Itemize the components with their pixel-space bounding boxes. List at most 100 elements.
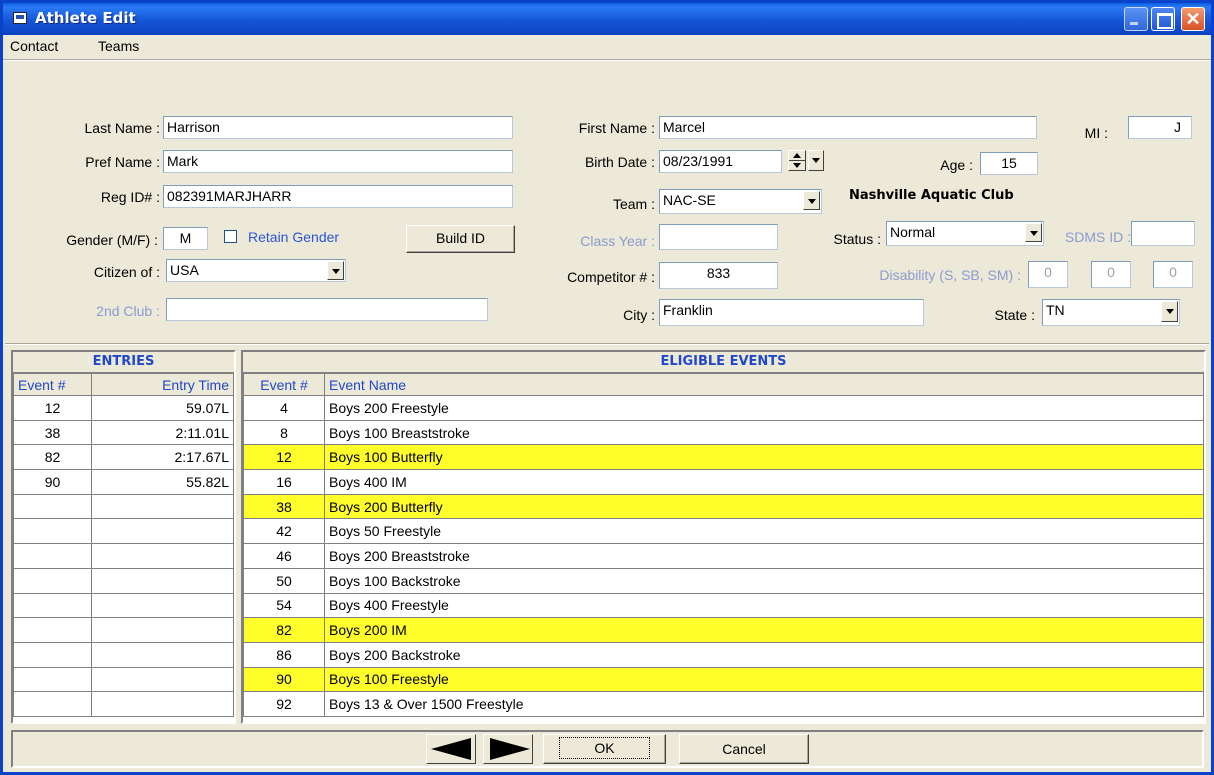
competitor-field[interactable]: 833 (659, 262, 778, 289)
eligible-col-event[interactable]: Event # (243, 373, 325, 396)
table-row[interactable]: 38 2:11.01L (13, 419, 234, 446)
entry-time-cell[interactable]: 59.07L (91, 395, 234, 421)
close-button[interactable]: ✕ (1181, 7, 1205, 31)
table-row[interactable] (13, 691, 234, 717)
entry-time-cell[interactable] (91, 543, 234, 569)
event-name-cell[interactable]: Boys 200 Breaststroke (324, 543, 1204, 569)
table-row[interactable]: 82 2:17.67L (13, 444, 234, 471)
entry-time-cell[interactable]: 2:11.01L (91, 419, 234, 446)
table-row[interactable] (13, 617, 234, 643)
table-row[interactable]: 86 Boys 200 Backstroke (243, 641, 1204, 668)
event-name-cell[interactable]: Boys 200 Freestyle (324, 395, 1204, 421)
birth-date-field[interactable]: 08/23/1991 (659, 150, 782, 173)
entry-time-cell[interactable] (91, 641, 234, 668)
entry-event-cell[interactable] (13, 518, 92, 545)
reg-id-field[interactable]: 082391MARJHARR (163, 185, 513, 208)
title-bar[interactable]: Athlete Edit ✕ (3, 3, 1211, 35)
table-row[interactable]: 8 Boys 100 Breaststroke (243, 419, 1204, 446)
event-number-cell[interactable]: 12 (243, 444, 325, 471)
table-row[interactable]: 90 Boys 100 Freestyle (243, 666, 1204, 693)
age-field[interactable]: 15 (980, 152, 1038, 175)
city-field[interactable]: Franklin (659, 299, 924, 326)
event-name-cell[interactable]: Boys 200 IM (324, 617, 1204, 643)
table-row[interactable]: 46 Boys 200 Breaststroke (243, 543, 1204, 569)
disability-sb-field[interactable]: 0 (1091, 261, 1131, 288)
entries-col-time[interactable]: Entry Time (91, 373, 234, 396)
entries-col-event[interactable]: Event # (13, 373, 92, 396)
entry-event-cell[interactable] (13, 543, 92, 569)
last-name-field[interactable]: Harrison (163, 116, 513, 139)
chevron-down-icon[interactable] (1025, 223, 1042, 242)
event-number-cell[interactable]: 92 (243, 691, 325, 717)
build-id-button[interactable]: Build ID (406, 225, 515, 253)
event-number-cell[interactable]: 16 (243, 469, 325, 495)
event-name-cell[interactable]: Boys 50 Freestyle (324, 518, 1204, 545)
table-row[interactable] (13, 666, 234, 693)
event-number-cell[interactable]: 42 (243, 518, 325, 545)
entry-event-cell[interactable]: 38 (13, 419, 92, 446)
event-number-cell[interactable]: 54 (243, 592, 325, 619)
table-row[interactable]: 4 Boys 200 Freestyle (243, 395, 1204, 421)
table-row[interactable]: 16 Boys 400 IM (243, 469, 1204, 495)
class-year-field[interactable] (659, 224, 778, 250)
table-row[interactable]: 92 Boys 13 & Over 1500 Freestyle (243, 691, 1204, 717)
gender-field[interactable]: M (163, 227, 208, 250)
entry-event-cell[interactable] (13, 666, 92, 693)
entry-event-cell[interactable]: 82 (13, 444, 92, 471)
second-club-field[interactable] (166, 298, 488, 321)
table-row[interactable] (13, 543, 234, 569)
event-name-cell[interactable]: Boys 100 Freestyle (324, 666, 1204, 693)
event-name-cell[interactable]: Boys 13 & Over 1500 Freestyle (324, 691, 1204, 717)
event-name-cell[interactable]: Boys 100 Backstroke (324, 567, 1204, 594)
event-name-cell[interactable]: Boys 100 Butterfly (324, 444, 1204, 471)
next-athlete-button[interactable] (483, 734, 533, 764)
retain-gender-checkbox[interactable] (224, 230, 237, 243)
table-row[interactable] (13, 518, 234, 545)
entry-time-cell[interactable]: 2:17.67L (91, 444, 234, 471)
state-dropdown[interactable]: TN (1042, 299, 1180, 326)
table-row[interactable]: 54 Boys 400 Freestyle (243, 592, 1204, 619)
event-number-cell[interactable]: 90 (243, 666, 325, 693)
entry-event-cell[interactable] (13, 567, 92, 594)
entry-time-cell[interactable]: 55.82L (91, 469, 234, 495)
sdms-id-field[interactable] (1131, 221, 1195, 246)
date-spinner[interactable] (788, 150, 806, 171)
table-row[interactable]: 38 Boys 200 Butterfly (243, 493, 1204, 520)
chevron-down-icon[interactable] (812, 158, 820, 163)
chevron-down-icon[interactable] (1161, 301, 1178, 322)
table-row[interactable]: 50 Boys 100 Backstroke (243, 567, 1204, 594)
entry-event-cell[interactable] (13, 493, 92, 520)
table-row[interactable] (13, 592, 234, 619)
disability-sm-field[interactable]: 0 (1153, 261, 1193, 288)
table-row[interactable]: 82 Boys 200 IM (243, 617, 1204, 643)
event-number-cell[interactable]: 82 (243, 617, 325, 643)
eligible-col-name[interactable]: Event Name (324, 373, 1204, 396)
entry-event-cell[interactable] (13, 691, 92, 717)
event-name-cell[interactable]: Boys 200 Butterfly (324, 493, 1204, 520)
event-number-cell[interactable]: 50 (243, 567, 325, 594)
menu-contact[interactable]: Contact (10, 38, 58, 54)
chevron-down-icon[interactable] (327, 261, 344, 280)
entry-event-cell[interactable] (13, 641, 92, 668)
cancel-button[interactable]: Cancel (679, 734, 809, 764)
table-row[interactable]: 90 55.82L (13, 469, 234, 495)
table-row[interactable] (13, 641, 234, 668)
event-name-cell[interactable]: Boys 200 Backstroke (324, 641, 1204, 668)
disability-s-field[interactable]: 0 (1028, 261, 1068, 288)
entry-time-cell[interactable] (91, 493, 234, 520)
status-dropdown[interactable]: Normal (886, 221, 1044, 246)
entry-time-cell[interactable] (91, 617, 234, 643)
event-number-cell[interactable]: 4 (243, 395, 325, 421)
entry-time-cell[interactable] (91, 666, 234, 693)
table-row[interactable] (13, 493, 234, 520)
event-number-cell[interactable]: 86 (243, 641, 325, 668)
table-row[interactable]: 12 Boys 100 Butterfly (243, 444, 1204, 471)
event-number-cell[interactable]: 8 (243, 419, 325, 446)
entry-time-cell[interactable] (91, 567, 234, 594)
first-name-field[interactable]: Marcel (659, 116, 1037, 139)
entry-event-cell[interactable] (13, 592, 92, 619)
event-name-cell[interactable]: Boys 400 IM (324, 469, 1204, 495)
spin-up-icon[interactable] (793, 153, 801, 158)
date-dropdown[interactable] (808, 150, 824, 171)
event-number-cell[interactable]: 38 (243, 493, 325, 520)
